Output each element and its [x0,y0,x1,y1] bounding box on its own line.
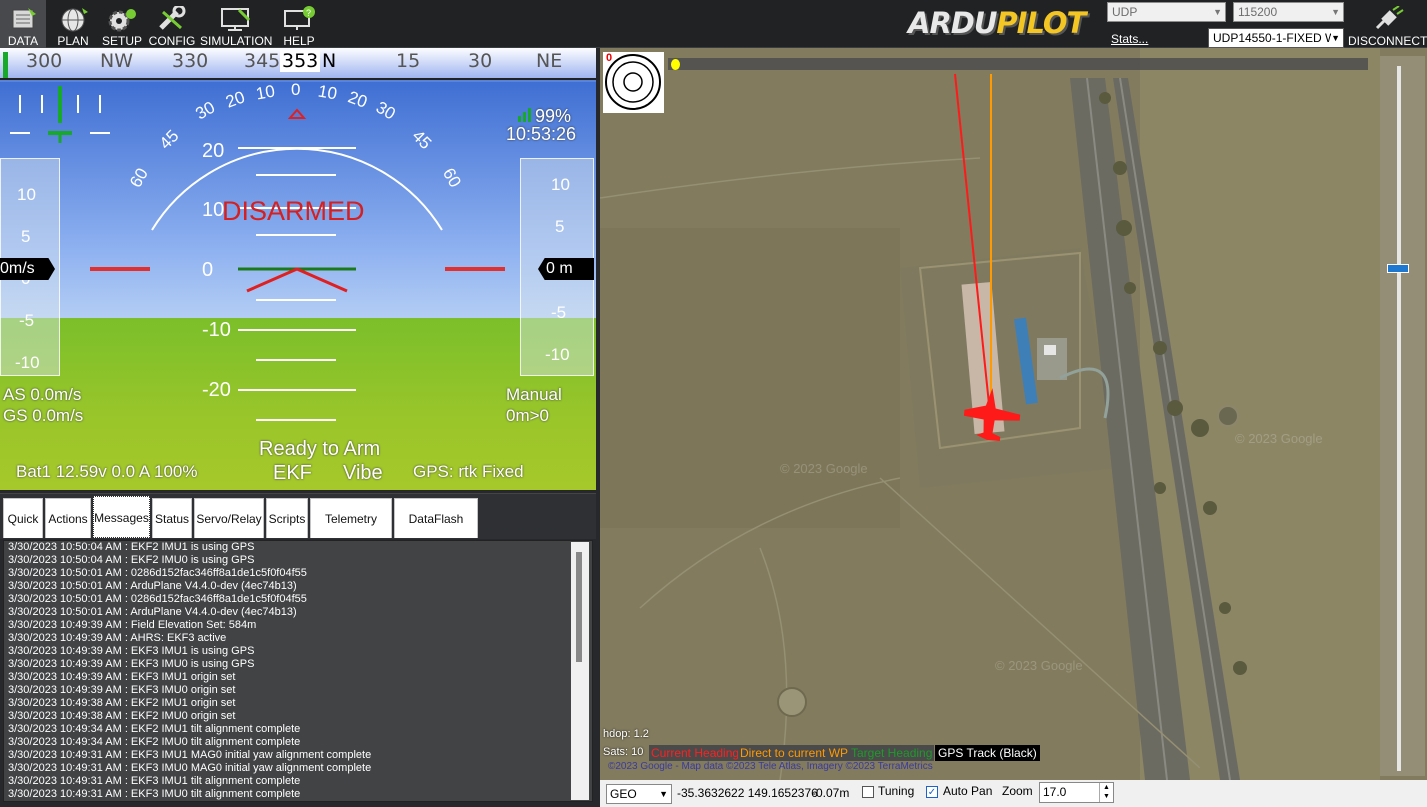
zoom-spinner[interactable]: ▲ ▼ [1099,783,1113,802]
airspeed-text: AS 0.0m/s [3,385,82,404]
message-line: 3/30/2023 10:49:34 AM : EKF2 IMU0 tilt a… [8,736,301,748]
message-line: 3/30/2023 10:50:04 AM : EKF2 IMU0 is usi… [8,554,255,566]
altitude-readout: 0 m [538,258,594,280]
gps-status: GPS: rtk Fixed [413,462,524,481]
tab-dataflash-logs[interactable]: DataFlash Logs [394,498,478,566]
data-icon [6,6,40,32]
message-line: 3/30/2023 10:49:38 AM : EKF2 IMU1 origin… [8,697,236,709]
tab-quick[interactable]: Quick [3,498,43,538]
altitude-text: -0.07m [812,786,850,800]
map-controls: GEO ▼ -35.3632622 149.1652376 -0.07m Tuni… [600,780,1427,807]
groundspeed-text: GS 0.0m/s [3,406,84,425]
message-line: 3/30/2023 10:49:39 AM : EKF3 IMU0 origin… [8,684,236,696]
message-line: 3/30/2023 10:49:39 AM : EKF3 IMU1 origin… [8,671,236,683]
message-line: 3/30/2023 10:49:31 AM : EKF3 IMU0 MAG0 i… [8,762,372,774]
tab-status[interactable]: Status [152,498,192,538]
tab-actions[interactable]: Actions [45,498,91,538]
hud-display[interactable]: 300 NW 330 345 353 N 15 30 NE 60 45 30 2… [0,48,596,490]
message-line: 3/30/2023 10:50:01 AM : ArduPlane V4.4.0… [8,580,297,592]
message-line: 3/30/2023 10:50:01 AM : ArduPlane V4.4.0… [8,606,297,618]
chevron-down-icon: ▼ [1331,7,1340,17]
legend-target-heading: Target Heading [849,745,935,761]
help-button[interactable]: ? HELP [276,0,322,48]
autopan-label: Auto Pan [943,784,993,798]
ardupilot-logo: ARDUPILOT [908,6,1086,40]
message-line: 3/30/2023 10:49:34 AM : EKF2 IMU1 tilt a… [8,723,301,735]
config-button[interactable]: CONFIG [148,0,196,48]
waypoint-distance: 0m>0 [506,406,549,425]
message-line: 3/30/2023 10:50:01 AM : 0286d152fac346ff… [8,567,307,579]
plug-icon [1371,5,1405,32]
chevron-down-icon: ▼ [1331,29,1340,47]
progress-marker [671,59,680,70]
map-view[interactable]: 0 © 2023 Google © 2023 Google © 2023 Goo… [600,48,1427,780]
speed-readout: 0m/s [0,258,55,280]
map-copyright: ©2023 Google - Map data ©2023 Tele Atlas… [608,761,933,772]
message-line: 3/30/2023 10:49:38 AM : EKF2 IMU0 origin… [8,710,236,722]
wrench-icon [155,4,189,32]
autopan-checkbox[interactable]: ✓ [926,786,938,798]
position-text: -35.3632622 149.1652376 [677,786,818,800]
battery-status: Bat1 12.59v 0.0 A 100% [16,462,198,481]
zoom-label: Zoom [1002,784,1033,798]
monitor-plane-icon [219,6,253,32]
plan-button[interactable]: PLAN [50,0,96,48]
message-line: 3/30/2023 10:50:04 AM : EKF2 IMU1 is usi… [8,541,255,553]
map-compass[interactable] [603,52,664,113]
help-monitor-icon: ? [282,6,316,32]
data-tabs: Quick Actions Messages Status Servo/Rela… [0,493,596,566]
message-line: 3/30/2023 10:49:39 AM : Field Elevation … [8,619,257,631]
legend-current-heading: Current Heading [649,745,742,761]
ready-to-arm: Ready to Arm [259,438,381,460]
message-line: 3/30/2023 10:49:39 AM : AHRS: EKF3 activ… [8,632,227,644]
globe-icon [56,6,90,32]
tab-telemetry-logs[interactable]: Telemetry Logs [310,498,392,566]
tuning-checkbox[interactable] [862,786,874,798]
map-counter: 0 [606,52,613,64]
disconnect-button[interactable]: DISCONNECT [1348,0,1427,48]
sats-text: Sats: 10 [603,746,644,758]
main-toolbar: DATA PLAN SETUP CONFIG SIMULATION ? HELP… [0,0,1427,48]
chevron-down-icon: ▼ [659,789,668,799]
scrollbar-thumb[interactable] [576,552,582,662]
chevron-down-icon: ▼ [1213,7,1222,17]
legend-direct-to-wp: Direct to current WP [738,745,851,761]
message-line: 3/30/2023 10:49:39 AM : EKF3 IMU0 is usi… [8,658,255,670]
message-line: 3/30/2023 10:49:39 AM : EKF3 IMU1 is usi… [8,645,255,657]
coord-type-select[interactable]: GEO ▼ [606,784,672,804]
messages-list[interactable]: 3/30/2023 10:50:04 AM : EKF2 IMU1 is usi… [3,540,593,802]
setup-button[interactable]: SETUP [99,0,145,48]
connection-type-select[interactable]: UDP ▼ [1107,2,1226,22]
link-select[interactable]: UDP14550-1-FIXED WI ▼ [1208,28,1344,48]
simulation-button[interactable]: SIMULATION [200,0,272,48]
tuning-label: Tuning [878,784,915,798]
tab-scripts[interactable]: Scripts [266,498,308,538]
message-line: 3/30/2023 10:49:31 AM : EKF3 IMU1 tilt a… [8,775,301,787]
tab-messages[interactable]: Messages [93,496,150,538]
messages-scrollbar[interactable] [571,542,589,800]
vibe-status[interactable]: Vibe [343,462,383,485]
gear-icon [105,6,139,32]
ekf-status[interactable]: EKF [273,462,312,485]
data-button[interactable]: DATA [0,0,46,48]
arm-status: DISARMED [222,196,365,226]
zoom-slider-thumb[interactable] [1387,264,1409,273]
stats-link[interactable]: Stats... [1111,32,1148,46]
zoom-input[interactable]: 17.0 ▲ ▼ [1039,782,1114,803]
zoom-slider[interactable] [1380,56,1425,776]
flight-mode: Manual [506,385,562,404]
message-line: 3/30/2023 10:49:31 AM : EKF3 IMU0 tilt a… [8,788,301,800]
message-line: 3/30/2023 10:50:01 AM : 0286d152fac346ff… [8,593,307,605]
clock: 10:53:26 [506,124,577,144]
legend-gps-track: GPS Track (Black) [935,745,1040,761]
tab-servo-relay[interactable]: Servo/Relay [194,498,264,538]
svg-text:?: ? [306,8,311,18]
hdop-text: hdop: 1.2 [603,728,649,740]
baud-rate-select[interactable]: 115200 ▼ [1233,2,1344,22]
message-line: 3/30/2023 10:49:31 AM : EKF3 IMU1 MAG0 i… [8,749,372,761]
